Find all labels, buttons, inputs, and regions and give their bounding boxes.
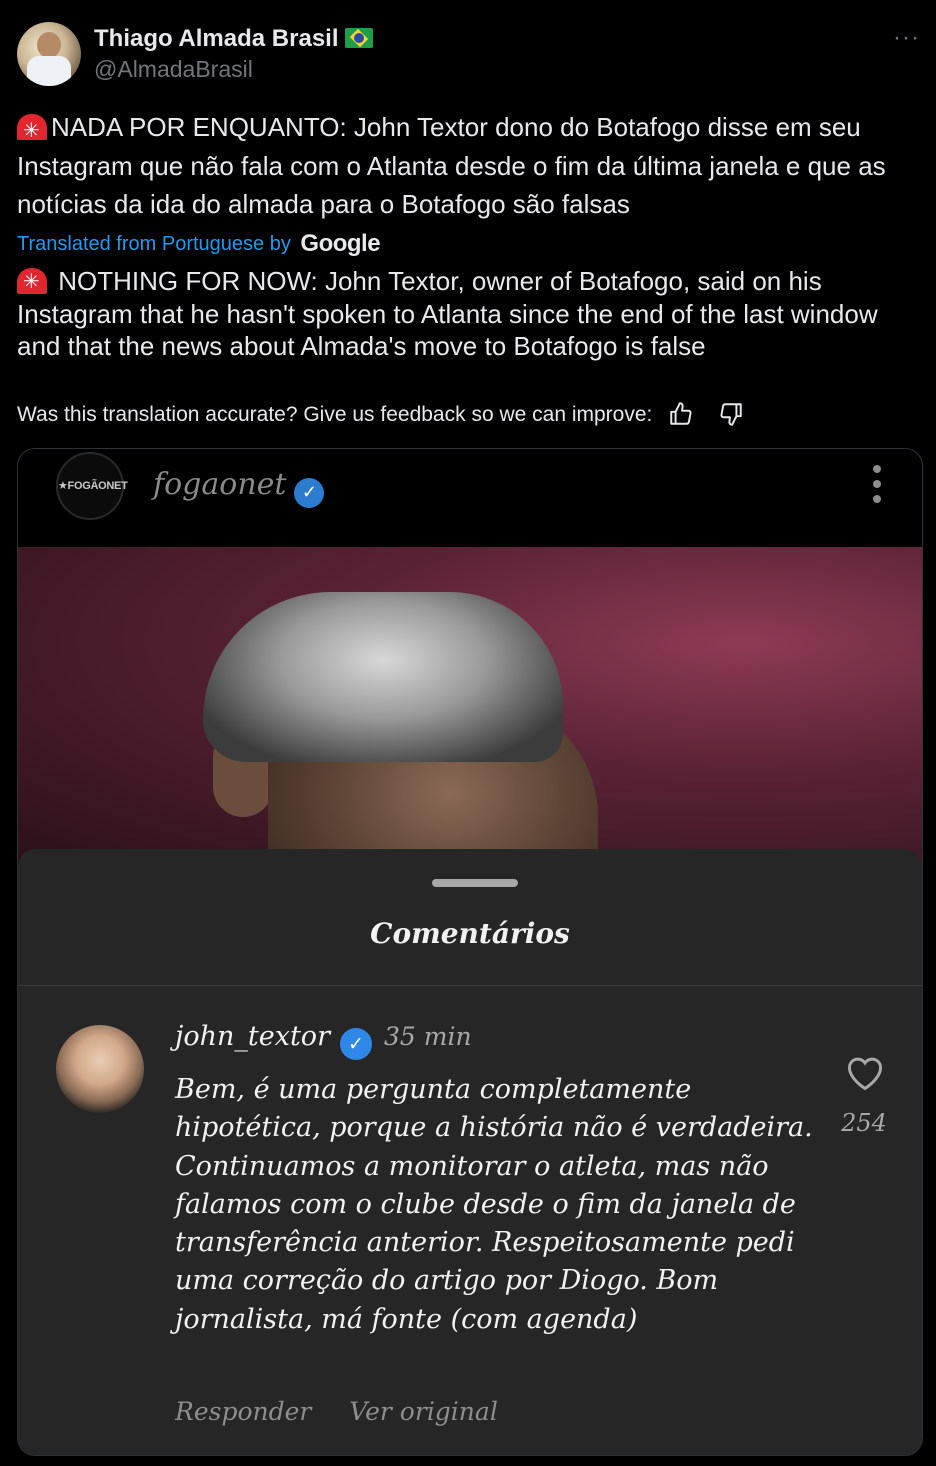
comment-actions: Responder Ver original: [175, 1397, 536, 1426]
kebab-menu-icon: [873, 465, 883, 510]
translation-feedback: Was this translation accurate? Give us f…: [17, 401, 744, 427]
siren-icon: [17, 266, 47, 299]
like-count: 254: [841, 1109, 887, 1137]
player-photo: [18, 547, 922, 867]
comment-time: 35 min: [383, 1022, 472, 1051]
fogaonet-avatar: ★FOGÃONET: [56, 452, 128, 520]
tweet-text: NADA POR ENQUANTO: John Textor dono do B…: [17, 108, 922, 224]
thumbs-down-icon[interactable]: [718, 401, 744, 427]
heart-icon: [847, 1057, 883, 1091]
thumbs-up-icon[interactable]: [668, 401, 694, 427]
sheet-grabber: [432, 879, 518, 887]
translated-text: NOTHING FOR NOW: John Textor, owner of B…: [17, 265, 922, 363]
divider: [18, 985, 922, 986]
comment-text: Bem, é uma pergunta completamente hipoté…: [175, 1074, 813, 1335]
commenter-avatar: [56, 1025, 144, 1113]
siren-icon: [17, 112, 47, 151]
media-card[interactable]: ★FOGÃONET fogaonet ✓ Comentários john_tex…: [17, 448, 923, 1456]
author-avatar[interactable]: [17, 22, 81, 86]
see-original-label: Ver original: [349, 1397, 498, 1426]
comments-title: Comentários: [370, 917, 570, 950]
brazil-flag-icon: [344, 28, 373, 48]
more-options-icon[interactable]: ···: [893, 24, 920, 52]
fogaonet-account: fogaonet ✓: [153, 467, 325, 508]
comment-header: john_textor ✓ 35 min: [175, 1021, 472, 1060]
google-logo: Google: [300, 230, 381, 257]
author-handle[interactable]: @AlmadaBrasil: [94, 56, 253, 83]
reply-label: Responder: [175, 1397, 312, 1426]
verified-icon: ✓: [339, 1028, 372, 1060]
comment-username: john_textor: [175, 1021, 330, 1052]
comments-sheet: Comentários john_textor ✓ 35 min Bem, é um…: [18, 849, 922, 1455]
verified-icon: ✓: [294, 478, 325, 508]
translation-attribution[interactable]: Translated from Portuguese by Google: [17, 230, 381, 258]
author-name[interactable]: Thiago Almada Brasil: [94, 25, 373, 53]
